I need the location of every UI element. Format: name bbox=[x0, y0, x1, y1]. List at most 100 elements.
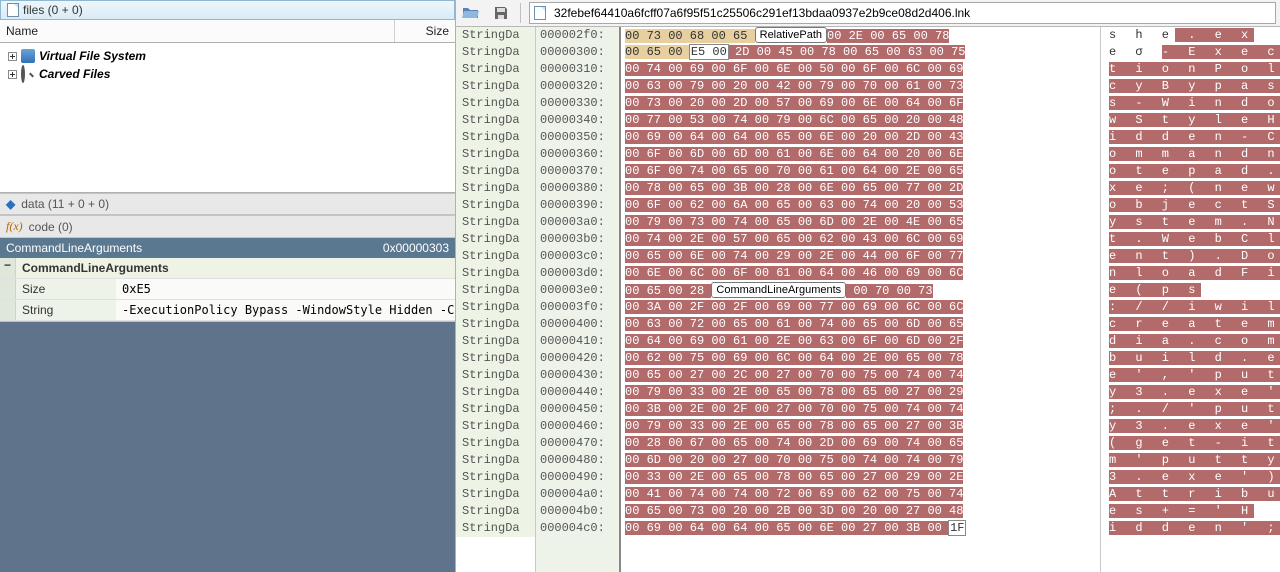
hex-bytes-row[interactable]: 00 78 00 65 00 3B 00 28 00 6E 00 65 00 7… bbox=[621, 180, 1100, 197]
files-panel-header[interactable]: files (0 + 0) bbox=[0, 0, 455, 20]
hex-bytes-row[interactable]: 00 62 00 75 00 69 00 6C 00 64 00 2E 00 6… bbox=[621, 350, 1100, 367]
path-input[interactable] bbox=[552, 5, 1271, 21]
hex-bytes-row[interactable]: 00 65 00 6E 00 74 00 29 00 2E 00 44 00 6… bbox=[621, 248, 1100, 265]
hex-ascii-row[interactable]: ; . / ' p u t t bbox=[1101, 401, 1280, 418]
hex-address-cell: 00000390: bbox=[536, 197, 619, 214]
hex-ascii-row[interactable]: e ' , ' p u t t bbox=[1101, 367, 1280, 384]
hex-view[interactable]: StringDaStringDaStringDaStringDaStringDa… bbox=[456, 27, 1280, 572]
hex-ascii-row[interactable]: s - W i n d o bbox=[1101, 95, 1280, 112]
hex-bytes-row[interactable]: 00 73 00 68 00 65 RelativePath00 2E 00 6… bbox=[621, 27, 1100, 44]
hex-ascii-row[interactable]: e σ - E x e c u bbox=[1101, 44, 1280, 61]
open-folder-button[interactable] bbox=[460, 2, 482, 24]
hex-bytes-row[interactable]: 00 6D 00 20 00 27 00 70 00 75 00 74 00 7… bbox=[621, 452, 1100, 469]
hex-address-cell: 00000380: bbox=[536, 180, 619, 197]
hex-bytes-row[interactable]: 00 6E 00 6C 00 6F 00 61 00 64 00 46 00 6… bbox=[621, 265, 1100, 282]
hex-ascii-row[interactable]: t . W e b C l i bbox=[1101, 231, 1280, 248]
path-box[interactable] bbox=[529, 2, 1276, 24]
hex-bytes-row[interactable]: 00 3B 00 2E 00 2F 00 27 00 70 00 75 00 7… bbox=[621, 401, 1100, 418]
hex-region-cell: StringDa bbox=[456, 44, 535, 61]
selected-byte[interactable]: E5 00 bbox=[690, 45, 728, 59]
property-row[interactable]: String -ExecutionPolicy Bypass -WindowSt… bbox=[0, 300, 455, 321]
hex-bytes-row[interactable]: 00 65 00 28 CommandLineArguments 00 70 0… bbox=[621, 282, 1100, 299]
hex-bytes-row[interactable]: 00 6F 00 62 00 6A 00 65 00 63 00 74 00 2… bbox=[621, 197, 1100, 214]
hex-bytes-row[interactable]: 00 74 00 69 00 6F 00 6E 00 50 00 6F 00 6… bbox=[621, 61, 1100, 78]
hex-address-cell: 000004b0: bbox=[536, 503, 619, 520]
hex-ascii-row[interactable]: c r e a t e m e bbox=[1101, 316, 1280, 333]
hex-ascii-row[interactable]: b u i l d . e x bbox=[1101, 350, 1280, 367]
hex-bytes-row[interactable]: 00 41 00 74 00 74 00 72 00 69 00 62 00 7… bbox=[621, 486, 1100, 503]
col-name[interactable]: Name bbox=[0, 20, 395, 42]
hex-bytes-row[interactable]: 00 73 00 20 00 2D 00 57 00 69 00 6E 00 6… bbox=[621, 95, 1100, 112]
toolbar bbox=[456, 0, 1280, 27]
hex-bytes-row[interactable]: 00 74 00 2E 00 57 00 65 00 62 00 43 00 6… bbox=[621, 231, 1100, 248]
hex-bytes-row[interactable]: 00 6F 00 6D 00 6D 00 61 00 6E 00 64 00 2… bbox=[621, 146, 1100, 163]
hex-bytes-row[interactable]: 00 65 00 27 00 2C 00 27 00 70 00 75 00 7… bbox=[621, 367, 1100, 384]
hex-address-cell: 00000440: bbox=[536, 384, 619, 401]
property-value[interactable]: 0xE5 bbox=[116, 279, 455, 299]
code-section-header[interactable]: f(x) code (0) bbox=[0, 215, 455, 238]
hex-bytes-row[interactable]: 00 64 00 69 00 61 00 2E 00 63 00 6F 00 6… bbox=[621, 333, 1100, 350]
hex-bytes-row[interactable]: 00 33 00 2E 00 65 00 78 00 65 00 27 00 2… bbox=[621, 469, 1100, 486]
hex-ascii-row[interactable]: e s + = ' H bbox=[1101, 503, 1280, 520]
hex-bytes-row[interactable]: 00 65 00 E5 00 2D 00 45 00 78 00 65 00 6… bbox=[621, 44, 1100, 61]
hex-ascii-row[interactable]: A t t r i b u t bbox=[1101, 486, 1280, 503]
hex-address-cell: 000003c0: bbox=[536, 248, 619, 265]
tree-node-carved[interactable]: Carved Files bbox=[4, 65, 451, 83]
property-value[interactable]: -ExecutionPolicy Bypass -WindowStyle Hid… bbox=[116, 300, 455, 320]
hex-region-cell: StringDa bbox=[456, 95, 535, 112]
hex-ascii-row[interactable]: o b j e c t S bbox=[1101, 197, 1280, 214]
hex-bytes-row[interactable]: 00 79 00 33 00 2E 00 65 00 78 00 65 00 2… bbox=[621, 384, 1100, 401]
hex-ascii-row[interactable]: e ( p s bbox=[1101, 282, 1280, 299]
expand-icon[interactable] bbox=[8, 52, 17, 61]
hex-address-cell: 00000420: bbox=[536, 350, 619, 367]
files-title: files (0 + 0) bbox=[23, 3, 83, 17]
hex-bytes-row[interactable]: 00 77 00 53 00 74 00 79 00 6C 00 65 00 2… bbox=[621, 112, 1100, 129]
hex-ascii-row[interactable]: y s t e m . N e bbox=[1101, 214, 1280, 231]
hex-bytes-row[interactable]: 00 79 00 33 00 2E 00 65 00 78 00 65 00 2… bbox=[621, 418, 1100, 435]
drive-icon bbox=[21, 49, 35, 63]
property-title: CommandLineArguments bbox=[16, 258, 455, 278]
hex-ascii-row[interactable]: x e ; ( n e w - bbox=[1101, 180, 1280, 197]
expand-icon[interactable] bbox=[8, 70, 17, 79]
file-tree: Virtual File System Carved Files bbox=[0, 43, 455, 193]
hex-ascii-row[interactable]: i d d e n ' ; bbox=[1101, 520, 1280, 537]
col-size[interactable]: Size bbox=[395, 20, 455, 42]
hex-ascii-row[interactable]: m ' p u t t y bbox=[1101, 452, 1280, 469]
hex-bytes-row[interactable]: 00 6F 00 74 00 65 00 70 00 61 00 64 00 2… bbox=[621, 163, 1100, 180]
property-title-row[interactable]: − CommandLineArguments bbox=[0, 258, 455, 279]
hex-ascii-row[interactable]: n l o a d F i l bbox=[1101, 265, 1280, 282]
hex-ascii-row[interactable]: d i a . c o m / bbox=[1101, 333, 1280, 350]
hex-bytes-row[interactable]: 00 69 00 64 00 64 00 65 00 6E 00 27 00 3… bbox=[621, 520, 1100, 537]
relativepath-label: RelativePath bbox=[755, 27, 827, 43]
hex-ascii-row[interactable]: o t e p a d . e bbox=[1101, 163, 1280, 180]
hex-ascii-row[interactable]: y 3 . e x e ' ) bbox=[1101, 384, 1280, 401]
hex-bytes-row[interactable]: 00 63 00 72 00 65 00 61 00 74 00 65 00 6… bbox=[621, 316, 1100, 333]
hex-ascii-row[interactable]: s h e . e x bbox=[1101, 27, 1280, 44]
property-name: CommandLineArguments bbox=[6, 241, 142, 255]
hex-region-cell: StringDa bbox=[456, 27, 535, 44]
hex-ascii-row[interactable]: o m m a n d n bbox=[1101, 146, 1280, 163]
hex-address-cell: 00000450: bbox=[536, 401, 619, 418]
save-button[interactable] bbox=[490, 2, 512, 24]
hex-bytes-row[interactable]: 00 63 00 79 00 20 00 42 00 79 00 70 00 6… bbox=[621, 78, 1100, 95]
hex-bytes-row[interactable]: 00 65 00 73 00 20 00 2B 00 3D 00 20 00 2… bbox=[621, 503, 1100, 520]
property-row[interactable]: Size 0xE5 bbox=[0, 279, 455, 300]
hex-ascii-row[interactable]: i d d e n - C bbox=[1101, 129, 1280, 146]
hex-bytes-row[interactable]: 00 3A 00 2F 00 2F 00 69 00 77 00 69 00 6… bbox=[621, 299, 1100, 316]
collapse-icon[interactable]: − bbox=[0, 258, 16, 278]
hex-ascii-row[interactable]: t i o n P o l i bbox=[1101, 61, 1280, 78]
hex-address-cell: 00000480: bbox=[536, 452, 619, 469]
hex-ascii-row[interactable]: e n t ) . D o w bbox=[1101, 248, 1280, 265]
hex-ascii-row[interactable]: 3 . e x e ' ) . bbox=[1101, 469, 1280, 486]
hex-ascii-row[interactable]: : / / i w i l l bbox=[1101, 299, 1280, 316]
hex-ascii-row[interactable]: y 3 . e x e ' ; bbox=[1101, 418, 1280, 435]
hex-region-cell: StringDa bbox=[456, 231, 535, 248]
hex-bytes-row[interactable]: 00 69 00 64 00 64 00 65 00 6E 00 20 00 2… bbox=[621, 129, 1100, 146]
hex-bytes-row[interactable]: 00 79 00 73 00 74 00 65 00 6D 00 2E 00 4… bbox=[621, 214, 1100, 231]
hex-ascii-row[interactable]: w S t y l e H bbox=[1101, 112, 1280, 129]
hex-ascii-row[interactable]: ( g e t - i t e bbox=[1101, 435, 1280, 452]
hex-bytes-row[interactable]: 00 28 00 67 00 65 00 74 00 2D 00 69 00 7… bbox=[621, 435, 1100, 452]
data-section-header[interactable]: ◆ data (11 + 0 + 0) bbox=[0, 193, 455, 215]
hex-ascii-row[interactable]: c y B y p a s bbox=[1101, 78, 1280, 95]
tree-node-vfs[interactable]: Virtual File System bbox=[4, 47, 451, 65]
